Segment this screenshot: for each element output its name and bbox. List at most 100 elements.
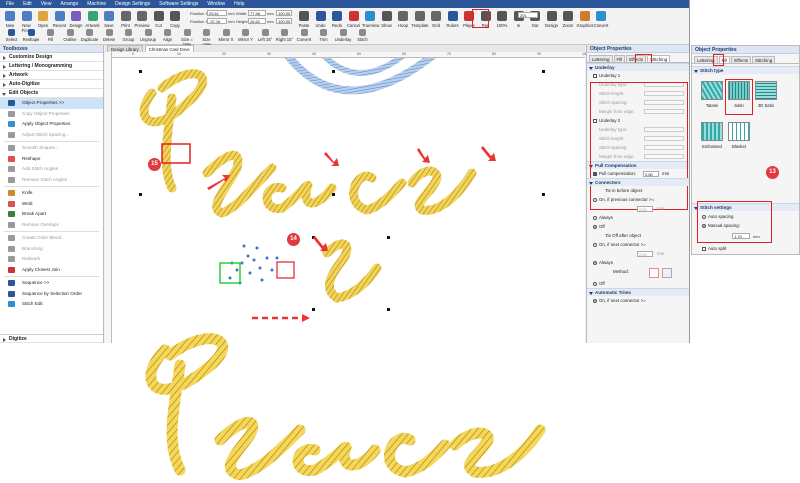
sidebar-category[interactable]: Customize Design bbox=[0, 53, 103, 62]
tie-off-opt1-row[interactable]: On, if next connector >= bbox=[587, 240, 689, 249]
menu-window[interactable]: Window bbox=[207, 1, 225, 7]
ribbon-button[interactable]: Rulers bbox=[445, 11, 461, 28]
ribbon-tool-button[interactable]: Delete bbox=[100, 29, 119, 42]
tie-off-always-radio[interactable] bbox=[593, 260, 597, 265]
3d-satin-swatch[interactable] bbox=[755, 81, 777, 100]
ribbon-tool-button[interactable]: Fill bbox=[41, 29, 60, 42]
ribbon-button[interactable]: Show bbox=[379, 11, 395, 28]
width-field[interactable]: 77.98 bbox=[248, 10, 266, 16]
position-x-field[interactable]: 25.61 bbox=[207, 10, 227, 16]
ribbon-button[interactable]: Recent bbox=[52, 11, 68, 28]
underlay-section[interactable]: Underlay bbox=[587, 63, 689, 71]
sidebar-tool[interactable]: Add Stitch Angles bbox=[0, 164, 103, 175]
sidebar-tool[interactable]: Apply Object Properties bbox=[0, 119, 103, 130]
ribbon-button[interactable]: 100% bbox=[494, 11, 510, 28]
sidebar-tool[interactable]: Remove Overlaps bbox=[0, 220, 103, 231]
menu-view[interactable]: View bbox=[41, 1, 52, 7]
menu-help[interactable]: Help bbox=[234, 1, 244, 7]
ribbon-button[interactable]: Graphics bbox=[577, 11, 593, 28]
method-icon[interactable] bbox=[649, 268, 659, 278]
ribbon-tool-button[interactable]: Stitch bbox=[353, 29, 372, 42]
ribbon-button[interactable]: Preview bbox=[134, 11, 150, 28]
sidebar-category[interactable]: Auto-Digitize bbox=[0, 80, 103, 89]
underlay1-checkbox[interactable] bbox=[593, 73, 597, 78]
position-y-field[interactable]: -37.16 bbox=[207, 18, 227, 24]
embossed-swatch[interactable] bbox=[701, 122, 723, 141]
tatami-swatch[interactable] bbox=[701, 81, 723, 100]
ribbon-button[interactable]: Zoom bbox=[560, 11, 576, 28]
ribbon-button[interactable]: Print bbox=[118, 11, 134, 28]
sidebar-tool[interactable]: Branching bbox=[0, 244, 103, 255]
menu-file[interactable]: File bbox=[6, 1, 14, 7]
sidebar-category[interactable]: Edit Objects bbox=[0, 89, 103, 98]
sidebar-tool[interactable]: Reshape bbox=[0, 154, 103, 165]
ribbon-tool-button[interactable]: Duplicate bbox=[80, 29, 99, 42]
tie-off-opt1-radio[interactable] bbox=[593, 242, 597, 247]
ribbon-tool-button[interactable]: Select bbox=[2, 29, 21, 42]
menu-machine[interactable]: Machine bbox=[87, 1, 106, 7]
sidebar-tool[interactable]: Create Color Blend... bbox=[0, 233, 103, 244]
ribbon-tool-button[interactable]: Mirror Y bbox=[236, 29, 255, 42]
tab-lettering[interactable]: Lettering bbox=[589, 55, 613, 62]
ribbon-button[interactable]: Save bbox=[101, 11, 117, 28]
ribbon-button[interactable]: Paste bbox=[296, 11, 312, 28]
menu-design-settings[interactable]: Design Settings bbox=[115, 1, 150, 7]
menu-edit[interactable]: Edit bbox=[23, 1, 32, 7]
ribbon-button[interactable]: Artwork bbox=[85, 11, 101, 28]
method-icon-alt[interactable] bbox=[662, 268, 672, 278]
auto-split-checkbox[interactable] bbox=[702, 246, 706, 251]
peace-lettering[interactable] bbox=[139, 69, 477, 303]
sidebar-tool[interactable]: Copy Object Properties bbox=[0, 109, 103, 120]
trims-opt1-radio[interactable] bbox=[593, 298, 597, 303]
ribbon-button[interactable]: Copy bbox=[167, 11, 183, 28]
tie-in-off-radio[interactable] bbox=[593, 224, 597, 229]
sidebar-tool[interactable]: Object Properties >> bbox=[0, 98, 103, 109]
blanket-swatch[interactable] bbox=[728, 122, 750, 141]
ribbon-button[interactable]: Undo bbox=[313, 11, 329, 28]
menu-software-settings[interactable]: Software Settings bbox=[159, 1, 198, 7]
width-percent-field[interactable]: 100.00 bbox=[276, 10, 292, 16]
ribbon-tool-button[interactable]: Right 15° bbox=[275, 29, 294, 42]
ribbon-tool-button[interactable]: Reshape bbox=[22, 29, 41, 42]
ribbon-tool-button[interactable]: Left 15° bbox=[256, 29, 275, 42]
connectors-section[interactable]: Connectors bbox=[587, 178, 689, 186]
sidebar-tool[interactable]: Adjust Stitch Spacing... bbox=[0, 130, 103, 141]
ribbon-button[interactable]: Grid bbox=[428, 11, 444, 28]
ribbon-button[interactable]: TrueView bbox=[362, 11, 379, 28]
ribbon-button[interactable]: Open bbox=[35, 11, 51, 28]
ribbon-tool-button[interactable]: Trim bbox=[314, 29, 333, 42]
tie-off-always-row[interactable]: Always bbox=[587, 258, 689, 267]
embroidery-artwork[interactable] bbox=[112, 58, 585, 343]
sidebar-tool[interactable]: Stitch Edit bbox=[0, 299, 103, 310]
tab-christmas-card-dove[interactable]: Christmas Card Dove bbox=[144, 45, 194, 52]
zoom-field[interactable]: 201 bbox=[518, 12, 538, 18]
tab-design-library[interactable]: Design Library bbox=[107, 45, 143, 52]
ribbon-tool-button[interactable]: Mirror X bbox=[217, 29, 236, 42]
automatic-trims-section[interactable]: Automatic Trims bbox=[587, 288, 689, 296]
sidebar-tool[interactable]: Smooth Shapes... bbox=[0, 143, 103, 154]
ribbon-tool-button[interactable]: Ungroup bbox=[139, 29, 158, 42]
ribbon-tool-button[interactable]: Group bbox=[119, 29, 138, 42]
ribbon-button[interactable]: Design bbox=[68, 11, 84, 28]
auto-split-row[interactable]: Auto split bbox=[696, 244, 726, 253]
tie-in-opt1-row[interactable]: On, if previous connector >= bbox=[587, 195, 689, 204]
trims-opt1-row[interactable]: On, if next connector >= bbox=[587, 296, 689, 305]
ribbon-tool-button[interactable]: Convert bbox=[295, 29, 314, 42]
tie-in-value[interactable]: 2.00 bbox=[637, 206, 653, 212]
sidebar-tool[interactable]: Weld bbox=[0, 199, 103, 210]
height-field[interactable]: 26.62 bbox=[248, 18, 266, 24]
category-digitize[interactable]: Digitize bbox=[0, 334, 103, 343]
sidebar-tool[interactable]: Break Apart bbox=[0, 209, 103, 220]
ribbon-button[interactable]: Cut bbox=[151, 11, 167, 28]
ribbon-button[interactable]: Hoop bbox=[395, 11, 411, 28]
ribbon-button[interactable]: Design bbox=[544, 11, 560, 28]
sidebar-tool[interactable]: Remove Stitch Angles bbox=[0, 175, 103, 186]
sidebar-category[interactable]: Lettering / Monogramming bbox=[0, 62, 103, 71]
tie-off-value[interactable]: 2.00 bbox=[637, 251, 653, 257]
sidebar-tool[interactable]: Sequence >> bbox=[0, 278, 103, 289]
ribbon-tool-button[interactable]: Align bbox=[158, 29, 177, 42]
tie-in-opt1-radio[interactable] bbox=[593, 197, 597, 202]
tie-in-always-radio[interactable] bbox=[593, 215, 597, 220]
ribbon-tool-button[interactable]: Outline bbox=[61, 29, 80, 42]
ribbon-tool-button[interactable]: Underlay bbox=[334, 29, 353, 42]
